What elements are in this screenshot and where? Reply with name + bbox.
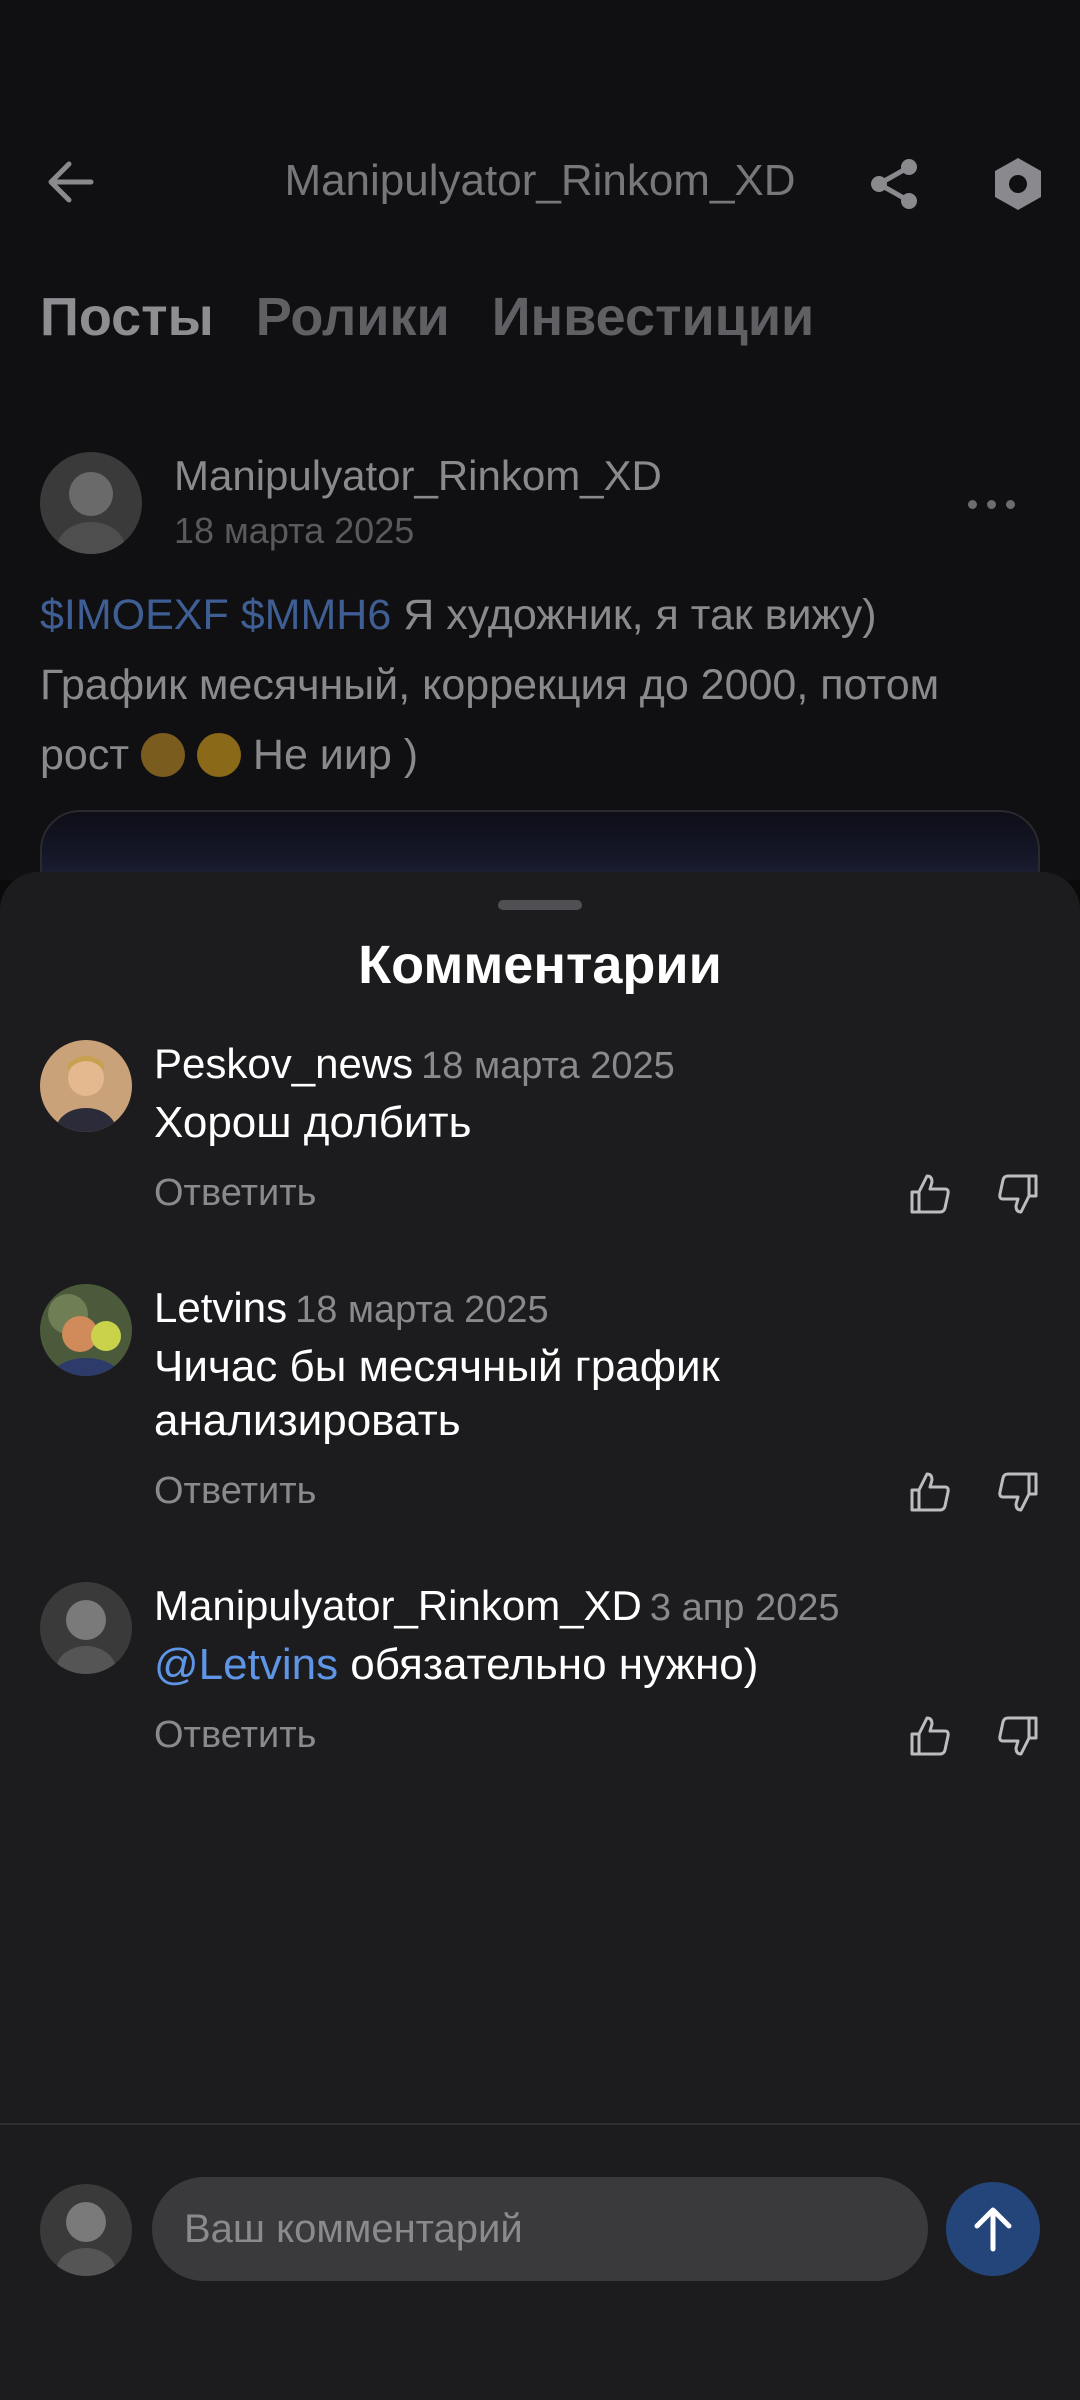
like-button[interactable] [898,1162,962,1226]
thumbs-down-icon [998,1174,1038,1214]
commenter-name[interactable]: Letvins [154,1284,287,1331]
more-dots-icon [967,499,977,509]
back-button[interactable] [36,152,106,212]
post-author-avatar[interactable] [40,452,142,554]
post-text-fragment: Не иир ) [240,731,419,779]
more-options-button[interactable] [956,492,1026,516]
ticker-link[interactable]: $IMOEXF [40,591,229,639]
thumbs-up-icon [910,1472,950,1512]
winking-face-emoji [196,733,241,777]
post-date: 18 марта 2025 [174,510,415,551]
comment-date: 18 марта 2025 [295,1289,549,1331]
commenter-name[interactable]: Peskov_news [154,1040,413,1087]
share-icon [871,159,917,209]
comment-item: Letvins 18 марта 2025 Чичас бы месячный г… [40,1284,1050,1524]
post-body: $IMOEXF $MMH6 Я художник, я так вижу) Гр… [40,580,1040,790]
sheet-title: Комментарии [358,935,722,995]
comments-sheet: Комментарии Peskov_news 18 марта 2025 Хор… [0,872,1080,2400]
share-button[interactable] [862,152,926,216]
like-button[interactable] [898,1460,962,1524]
comment-input[interactable] [152,2177,928,2281]
sheet-drag-handle[interactable] [498,900,582,910]
comment-text: Хорош долбить [154,1098,472,1147]
commenter-name[interactable]: Manipulyator_Rinkom_XD [154,1582,642,1629]
hexagon-gear-icon [995,158,1041,210]
comment-date: 3 апр 2025 [649,1587,840,1629]
reply-button[interactable]: Ответить [154,1470,316,1513]
top-bar: Manipulyator_Rinkom_XD [0,130,1080,234]
thumbs-down-icon [998,1716,1038,1756]
tab-posts[interactable]: Посты [40,286,214,348]
reply-button[interactable]: Ответить [154,1172,316,1215]
arrow-left-icon [48,161,94,203]
tab-investments[interactable]: Инвестиции [492,286,815,348]
send-button[interactable] [946,2182,1040,2276]
composer-divider [0,2123,1080,2125]
post-author-name[interactable]: Manipulyator_Rinkom_XD [174,452,662,500]
comment-text: @Letvins обязательно нужно) [154,1638,1014,1692]
tab-videos[interactable]: Ролики [256,286,450,348]
commenter-avatar[interactable] [40,1582,132,1674]
dislike-button[interactable] [986,1704,1050,1768]
comment-text: Чичас бы месячный график анализировать [154,1342,720,1445]
victory-hand-emoji [140,733,185,777]
post-header: Manipulyator_Rinkom_XD 18 марта 2025 [40,452,1040,562]
profile-page-background: Manipulyator_Rinkom_XD Посты Ролики Инве… [0,0,1080,890]
commenter-avatar[interactable] [40,1040,132,1132]
post-text-fragment: рост [40,731,141,779]
post-text-line: График месячный, коррекция до 2000, пото… [40,661,940,709]
post-text-fragment: Я художник, я так вижу) [391,591,877,639]
comment-text-fragment: обязательно нужно) [338,1640,759,1689]
commenter-avatar[interactable] [40,1284,132,1376]
dislike-button[interactable] [986,1460,1050,1524]
profile-title: Manipulyator_Rinkom_XD [284,156,796,205]
current-user-avatar [40,2184,132,2276]
comment-item: Peskov_news 18 марта 2025 Хорош долбить О… [40,1040,1050,1240]
reply-button[interactable]: Ответить [154,1714,316,1757]
ticker-link[interactable]: $MMH6 [241,591,392,639]
mention-link[interactable]: @Letvins [154,1640,338,1689]
comment-composer [0,2152,1080,2292]
thumbs-down-icon [998,1472,1038,1512]
settings-button[interactable] [986,152,1050,216]
comment-item: Manipulyator_Rinkom_XD 3 апр 2025 @Letvin… [40,1582,1050,1782]
thumbs-up-icon [910,1174,950,1214]
thumbs-up-icon [910,1716,950,1756]
profile-tabs: Посты Ролики Инвестиции [40,286,814,348]
dislike-button[interactable] [986,1162,1050,1226]
arrow-up-icon [974,2207,1012,2252]
like-button[interactable] [898,1704,962,1768]
comment-date: 18 марта 2025 [421,1045,675,1087]
